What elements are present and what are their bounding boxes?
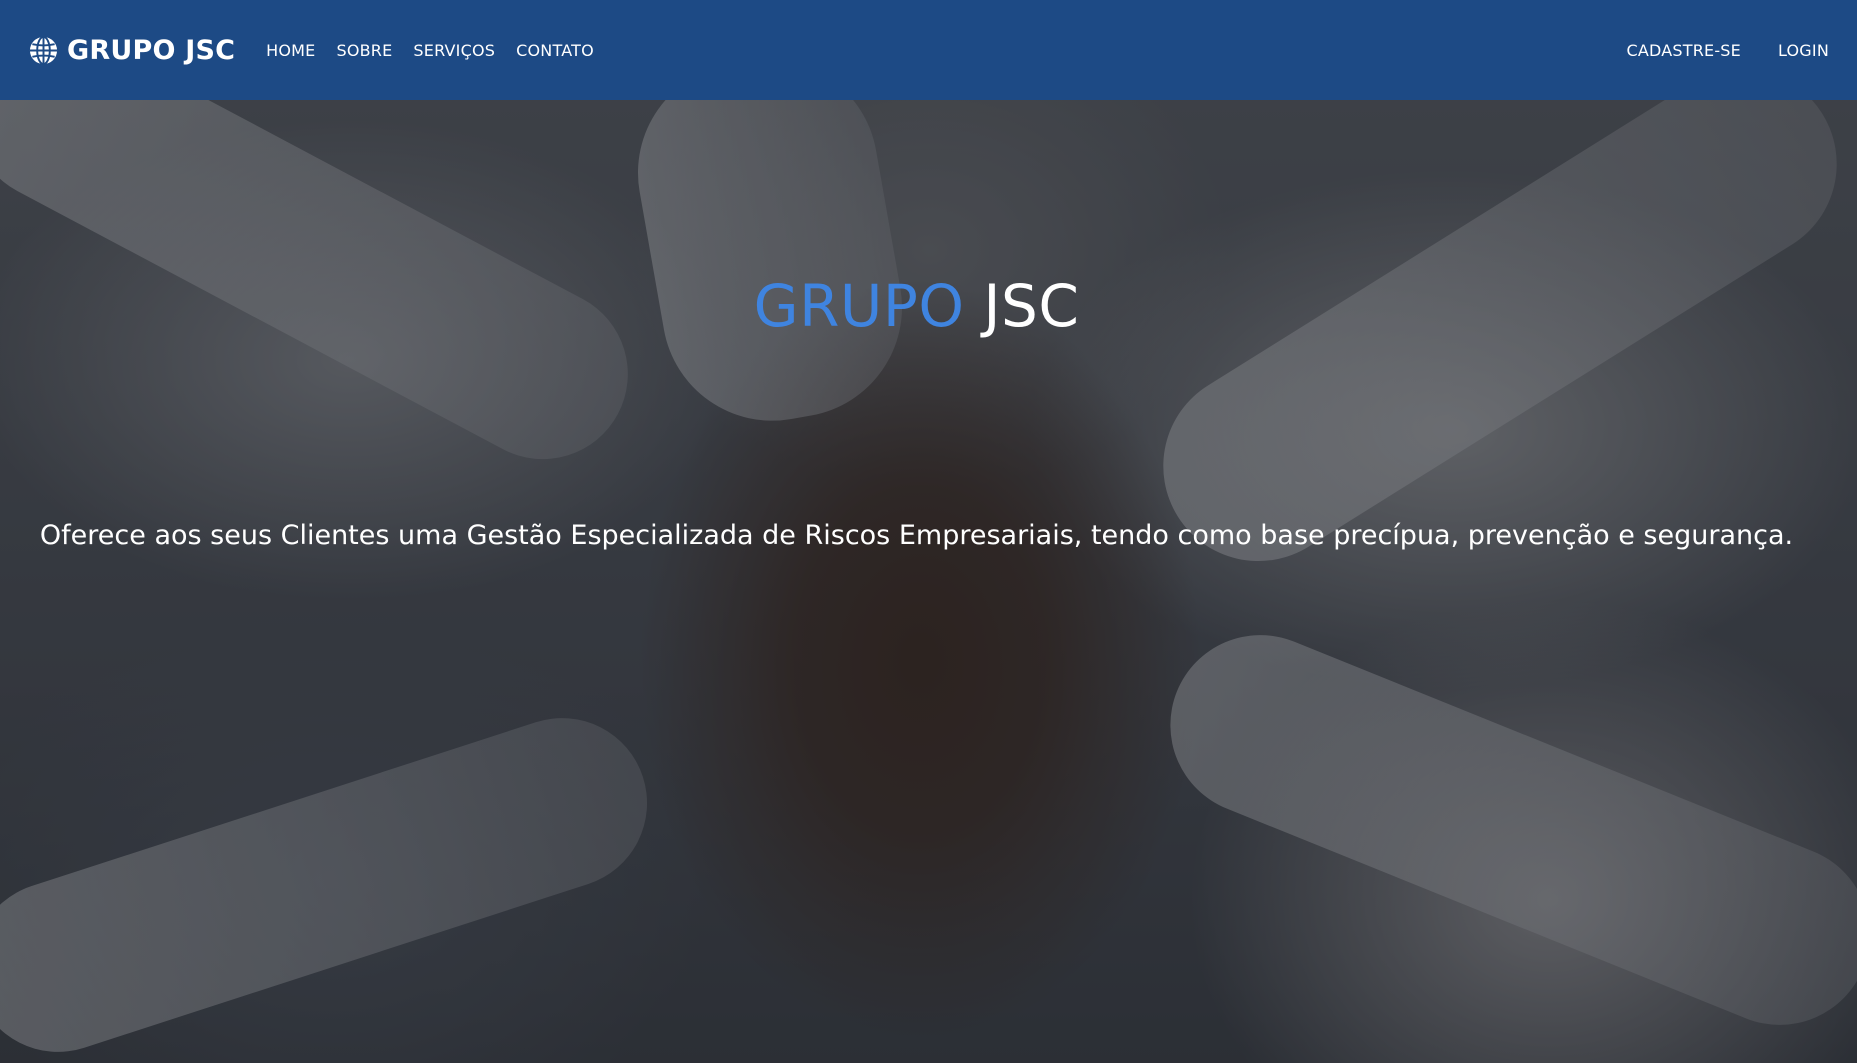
signup-link[interactable]: CADASTRE-SE — [1626, 41, 1741, 60]
account-nav: CADASTRE-SE LOGIN — [1626, 41, 1829, 60]
brand[interactable]: GRUPO JSC — [28, 35, 235, 66]
brand-name: GRUPO JSC — [67, 34, 236, 66]
nav-contato-link[interactable]: CONTATO — [516, 41, 594, 60]
nav-sobre-link[interactable]: SOBRE — [336, 41, 392, 60]
hero-title: GRUPO JSC — [0, 272, 1833, 340]
hero-banner: GRUPO JSC Oferece aos seus Clientes uma … — [0, 100, 1857, 1063]
login-link[interactable]: LOGIN — [1778, 41, 1829, 60]
top-navbar: GRUPO JSC HOME SOBRE SERVIÇOS CONTATO CA… — [0, 0, 1857, 100]
hero-dark-overlay — [0, 100, 1857, 1063]
nav-servicos-link[interactable]: SERVIÇOS — [413, 41, 495, 60]
primary-nav: HOME SOBRE SERVIÇOS CONTATO — [266, 41, 594, 60]
hero-title-accent: GRUPO — [753, 272, 965, 340]
hero-subtitle: Oferece aos seus Clientes uma Gestão Esp… — [39, 520, 1794, 551]
globe-icon — [29, 35, 58, 65]
nav-home-link[interactable]: HOME — [266, 41, 315, 60]
hero-title-plain: JSC — [983, 272, 1080, 340]
